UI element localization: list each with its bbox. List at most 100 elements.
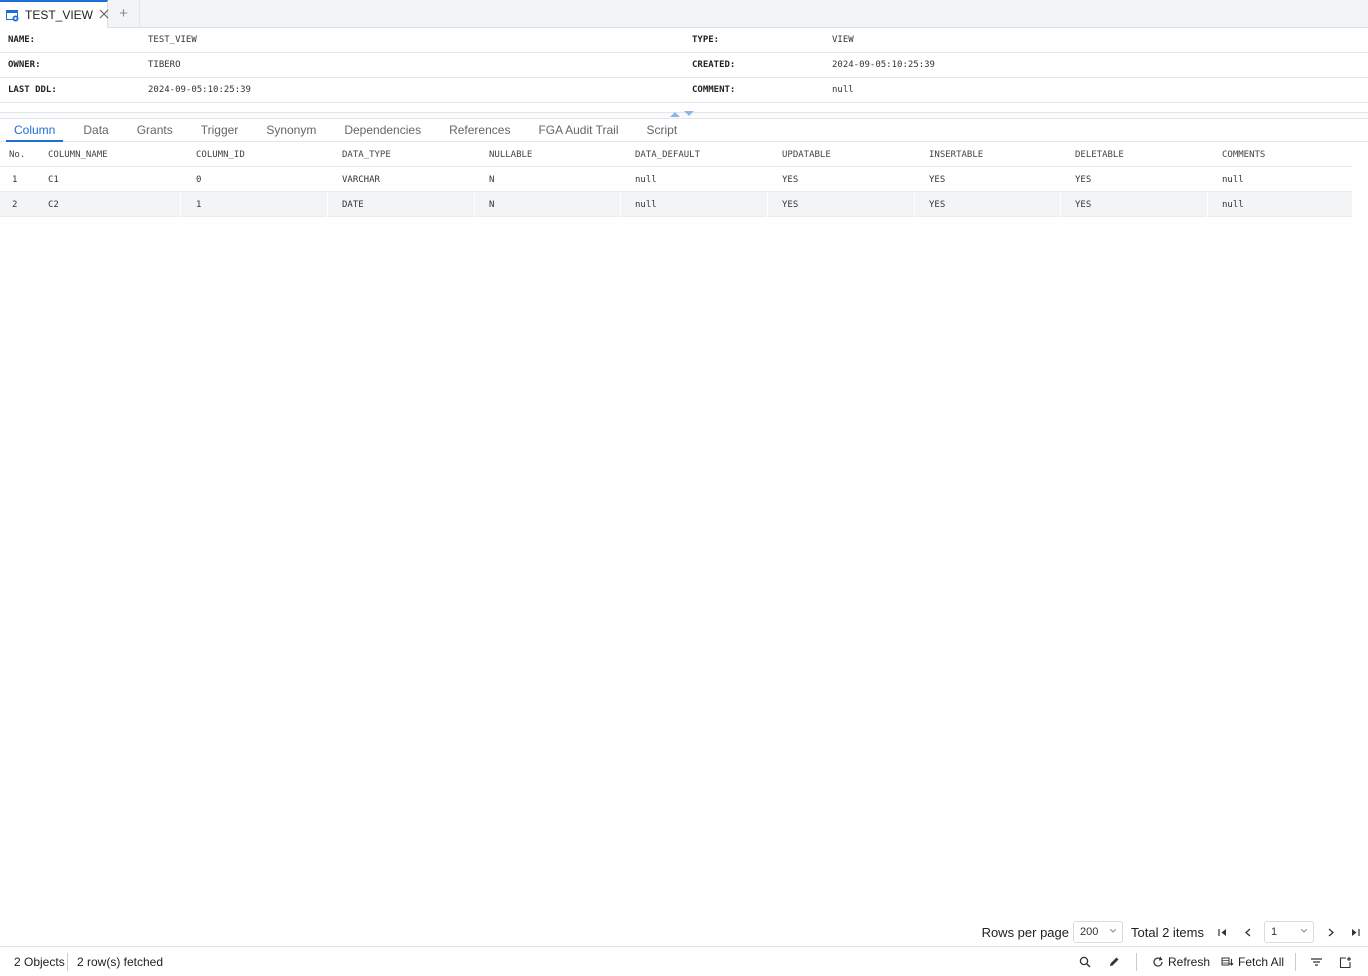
filter-icon — [1311, 958, 1322, 966]
rows-per-page-label: Rows per page — [981, 924, 1070, 940]
tab-references[interactable]: References — [435, 119, 524, 142]
export-button[interactable] — [1339, 952, 1352, 972]
cell-column-id: 0 — [196, 175, 202, 185]
cell-nullable: N — [489, 200, 495, 210]
panel-splitter[interactable] — [0, 111, 1368, 119]
cell-updatable: YES — [782, 200, 799, 210]
cell-data-default: null — [635, 175, 657, 185]
detail-tabs: Column Data Grants Trigger Synonym Depen… — [0, 119, 1368, 142]
comment-label: COMMENT: — [692, 85, 736, 95]
header-data-default[interactable]: DATA_DEFAULT — [635, 150, 700, 160]
first-page-button[interactable] — [1210, 921, 1235, 943]
expand-down-icon — [684, 111, 694, 116]
chevron-down-icon — [1301, 929, 1307, 933]
cell-comments: null — [1222, 200, 1244, 210]
tab-trigger[interactable]: Trigger — [187, 119, 253, 142]
edit-button[interactable] — [1108, 952, 1120, 972]
header-comments[interactable]: COMMENTS — [1222, 150, 1265, 160]
collapse-arrows[interactable] — [670, 111, 694, 117]
header-column-name[interactable]: COLUMN_NAME — [48, 150, 108, 160]
type-value: VIEW — [832, 35, 854, 45]
grid-header-row: No. COLUMN_NAME COLUMN_ID DATA_TYPE NULL… — [0, 142, 1352, 167]
refresh-icon — [1153, 956, 1163, 967]
cell-column-name: C2 — [48, 200, 59, 210]
tab-synonym[interactable]: Synonym — [252, 119, 330, 142]
created-value: 2024-09-05:10:25:39 — [832, 60, 935, 70]
cell-column-id: 1 — [196, 200, 202, 210]
collapse-up-icon — [670, 112, 680, 117]
document-tab-strip: TEST_VIEW + — [0, 0, 1368, 28]
header-nullable[interactable]: NULLABLE — [489, 150, 532, 160]
last-page-icon — [1352, 928, 1360, 936]
search-icon — [1079, 956, 1091, 968]
cell-data-type: DATE — [342, 200, 364, 210]
tab-script[interactable]: Script — [633, 119, 692, 142]
next-page-button[interactable] — [1318, 921, 1343, 943]
fetch-all-icon — [1221, 957, 1234, 966]
cell-insertable: YES — [929, 175, 946, 185]
objects-count: 2 Objects — [14, 955, 65, 969]
chevron-left-icon — [1244, 928, 1250, 936]
export-icon — [1339, 956, 1351, 968]
header-deletable[interactable]: DELETABLE — [1075, 150, 1124, 160]
cell-column-name: C1 — [48, 175, 59, 185]
owner-label: OWNER: — [8, 60, 41, 70]
table-row[interactable]: 1 C1 0 VARCHAR N null YES YES YES null — [0, 167, 1352, 192]
cell-data-default: null — [635, 200, 657, 210]
tab-data[interactable]: Data — [69, 119, 122, 142]
cell-deletable: YES — [1075, 200, 1092, 210]
rows-per-page-select[interactable]: 200 — [1073, 921, 1124, 943]
comment-value: null — [832, 85, 854, 95]
last-page-button[interactable] — [1343, 921, 1368, 943]
filter-button[interactable] — [1310, 952, 1323, 972]
chevron-right-icon — [1328, 928, 1334, 936]
cell-no: 2 — [12, 200, 18, 210]
page-select[interactable]: 1 — [1264, 921, 1314, 943]
table-row[interactable]: 2 C2 1 DATE N null YES YES YES null — [0, 192, 1352, 217]
refresh-button[interactable]: Refresh — [1152, 952, 1210, 972]
owner-value: TIBERO — [148, 60, 181, 70]
created-label: CREATED: — [692, 60, 736, 70]
prev-page-button[interactable] — [1235, 921, 1260, 943]
rows-per-page-value: 200 — [1080, 926, 1099, 938]
header-data-type[interactable]: DATA_TYPE — [342, 150, 391, 160]
fetch-all-button[interactable]: Fetch All — [1221, 952, 1284, 972]
info-row-name: NAME: TEST_VIEW TYPE: VIEW — [0, 28, 1368, 53]
type-label: TYPE: — [692, 35, 720, 45]
refresh-label: Refresh — [1168, 955, 1211, 969]
pencil-icon — [1110, 957, 1119, 966]
plus-icon: + — [119, 5, 128, 22]
search-button[interactable] — [1079, 952, 1091, 972]
document-tab-test-view[interactable]: TEST_VIEW — [0, 0, 109, 28]
tab-fga-audit-trail[interactable]: FGA Audit Trail — [524, 119, 632, 142]
pagination: Rows per page 200 Total 2 items 1 — [982, 920, 1368, 944]
header-insertable[interactable]: INSERTABLE — [929, 150, 983, 160]
info-row-lastddl: LAST DDL: 2024-09-05:10:25:39 COMMENT: n… — [0, 78, 1368, 103]
tab-dependencies[interactable]: Dependencies — [330, 119, 435, 142]
name-label: NAME: — [8, 35, 36, 45]
cell-comments: null — [1222, 175, 1244, 185]
cell-deletable: YES — [1075, 175, 1092, 185]
rows-fetched: 2 row(s) fetched — [77, 955, 164, 969]
total-items-label: Total 2 items — [1131, 924, 1204, 940]
header-no[interactable]: No. — [9, 150, 25, 160]
tab-grants[interactable]: Grants — [123, 119, 187, 142]
page-value: 1 — [1271, 926, 1278, 938]
first-page-icon — [1218, 928, 1226, 936]
header-column-id[interactable]: COLUMN_ID — [196, 150, 245, 160]
cell-insertable: YES — [929, 200, 946, 210]
name-value: TEST_VIEW — [148, 35, 197, 45]
fetch-all-label: Fetch All — [1238, 955, 1285, 969]
cell-nullable: N — [489, 175, 495, 185]
column-grid: No. COLUMN_NAME COLUMN_ID DATA_TYPE NULL… — [0, 142, 1352, 217]
cell-data-type: VARCHAR — [342, 175, 380, 185]
cell-updatable: YES — [782, 175, 799, 185]
document-tab-title: TEST_VIEW — [25, 8, 94, 22]
last-ddl-label: LAST DDL: — [8, 85, 57, 95]
header-updatable[interactable]: UPDATABLE — [782, 150, 831, 160]
cell-no: 1 — [12, 175, 18, 185]
tab-column[interactable]: Column — [6, 119, 64, 142]
add-tab-button[interactable]: + — [108, 0, 140, 27]
object-properties-panel: NAME: TEST_VIEW TYPE: VIEW OWNER: TIBERO… — [0, 28, 1368, 103]
info-row-owner: OWNER: TIBERO CREATED: 2024-09-05:10:25:… — [0, 53, 1368, 78]
